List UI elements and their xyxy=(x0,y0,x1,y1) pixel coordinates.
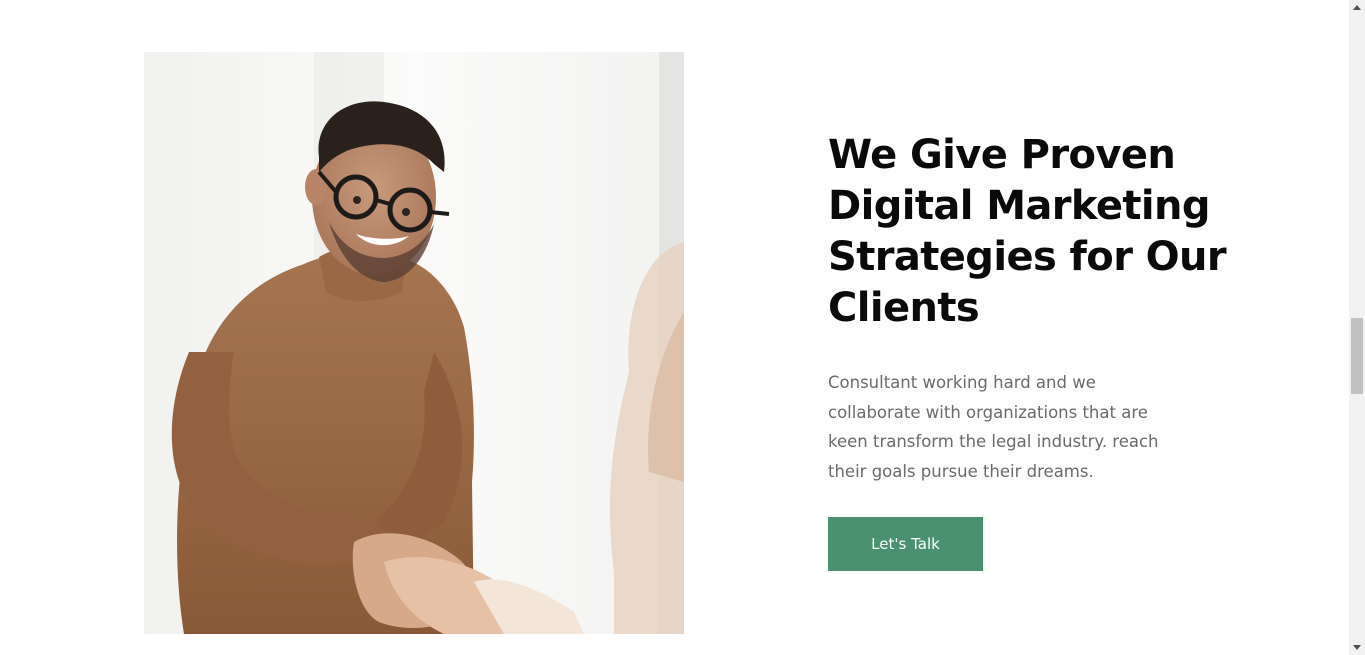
scrollbar-thumb[interactable] xyxy=(1351,318,1363,394)
scroll-up-arrow-icon[interactable] xyxy=(1353,5,1361,10)
page-scrollbar[interactable] xyxy=(1349,0,1365,655)
content-block: We Give Proven Digital Marketing Strateg… xyxy=(828,130,1228,571)
consultant-handshake-photo xyxy=(144,52,684,634)
section-description: Consultant working hard and we collabora… xyxy=(828,373,1159,481)
section-heading: We Give Proven Digital Marketing Strateg… xyxy=(828,132,1227,331)
page: We Give Proven Digital Marketing Strateg… xyxy=(0,0,1349,655)
lets-talk-button[interactable]: Let's Talk xyxy=(828,517,983,571)
scroll-down-arrow-icon[interactable] xyxy=(1353,645,1361,650)
